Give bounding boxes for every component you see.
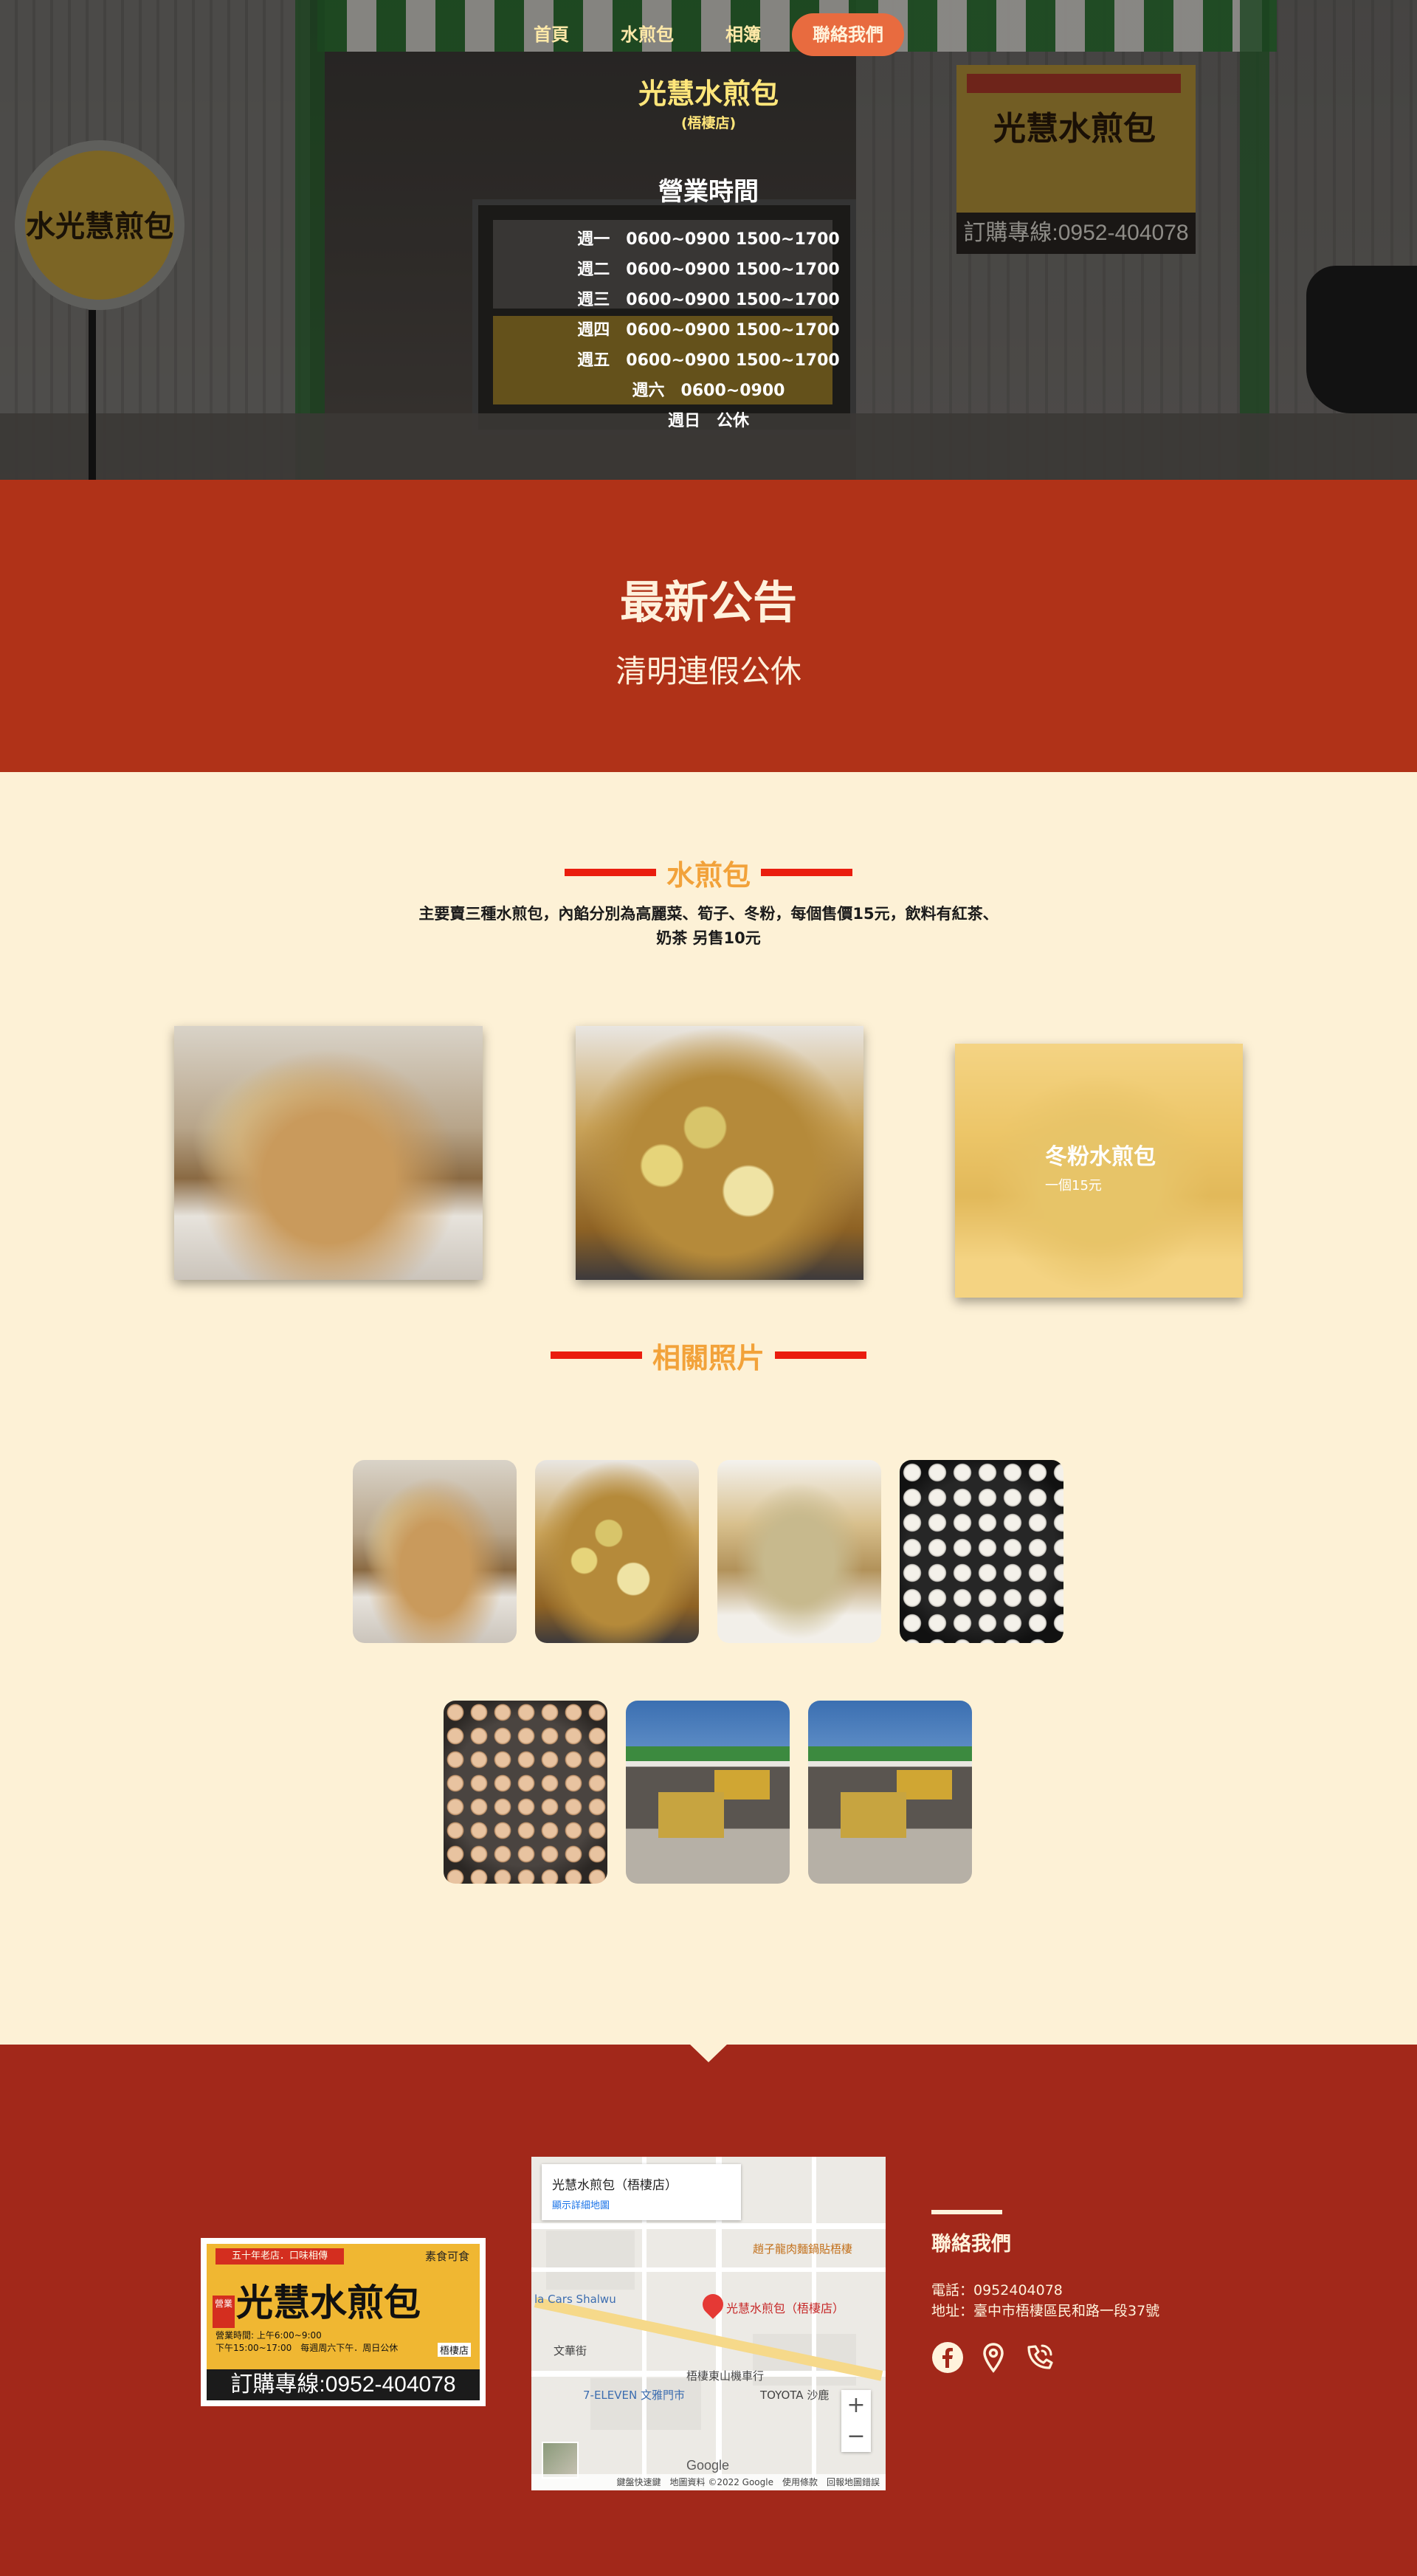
shop-sign-badge: 營業 [213,2296,235,2328]
contact-icons [931,2341,1055,2374]
announcement-section: 最新公告 清明連假公休 [0,480,1417,772]
map-info-title: 光慧水煎包（梧棲店） [552,2178,678,2193]
gallery-photo[interactable] [535,1460,699,1643]
map-info-card: 光慧水煎包（梧棲店） 顯示詳細地圖 [542,2164,741,2220]
google-map[interactable]: 光慧水煎包（梧棲店） 顯示詳細地圖 光慧水煎包（梧棲店） 趙子龍肉麵鍋貼梧棲 l… [531,2157,886,2490]
nav-album[interactable]: 相簿 [705,13,782,56]
shop-sign-hours-line: 營業時間: 上午6:00~9:00 [216,2330,322,2341]
products-description: 主要賣三種水煎包，內餡分別為高麗菜、筍子、冬粉，每個售價15元，飲料有紅茶、奶茶… [418,905,999,947]
contact-phone: 電話：0952404078 [931,2282,1063,2298]
map-zoom-controls: + − [841,2390,871,2452]
heading-bar-left [564,869,656,876]
product-photo-cabbage[interactable] [174,1026,483,1280]
hero-title: 光慧水煎包 [638,78,779,110]
footer-notch [689,2043,728,2062]
gallery-photo[interactable] [353,1460,517,1643]
shop-sign-hours: 營業時間: 上午6:00~9:00 下午15:00~17:00 每週周六下午．周… [216,2329,398,2355]
product-hover-overlay [955,1044,1243,1298]
location-icon[interactable] [977,2341,1010,2374]
heading-bar-right [761,869,852,876]
heading-bar-right [775,1351,866,1359]
hours-row: 週四 0600~0900 1500~1700 [577,321,840,340]
footer: 五十年老店．口味相傳 素食可食 營業 光慧水煎包 營業時間: 上午6:00~9:… [0,2043,1417,2576]
map-road [531,2267,886,2272]
product-featured-title: 冬粉水煎包 [1045,1144,1156,1170]
hours-row: 週五 0600~0900 1500~1700 [577,351,840,370]
gallery-store-cart [658,1792,725,1838]
nav-home[interactable]: 首頁 [513,13,590,56]
map-zoom-out-button[interactable]: − [841,2421,871,2452]
shop-sign-inner: 五十年老店．口味相傳 素食可食 營業 光慧水煎包 營業時間: 上午6:00~9:… [207,2244,480,2400]
hours-title: 營業時間 [658,177,759,207]
nav-contact[interactable]: 聯絡我們 [792,13,904,56]
gallery-store-cart [841,1792,907,1838]
contact-title: 聯絡我們 [931,2233,1011,2256]
gallery-heading: 相關照片 [0,1333,1417,1377]
hours-row: 週二 0600~0900 1500~1700 [577,261,840,279]
map-pin-label: 光慧水煎包（梧棲店） [726,2301,845,2315]
map-block [546,2231,635,2290]
hours-row: 週三 0600~0900 1500~1700 [577,291,840,309]
facebook-icon[interactable] [931,2341,964,2374]
hours-list: 週一 0600~0900 1500~1700 週二 0600~0900 1500… [0,224,1417,436]
hours-row: 週六 0600~0900 [632,382,785,400]
contact-divider [931,2210,1002,2214]
map-label: 文華街 [554,2344,587,2358]
product-featured-price: 一個15元 [1045,1178,1102,1194]
gallery-photo[interactable] [626,1701,790,1884]
announcement-title: 最新公告 [620,577,797,629]
gallery-heading-text: 相關照片 [652,1341,765,1374]
phone-call-icon[interactable] [1023,2341,1055,2374]
contact-address: 地址：臺中市梧棲區民和路一段37號 [931,2303,1160,2319]
shop-sign-banner: 五十年老店．口味相傳 [216,2248,344,2265]
shop-sign-hours-line: 下午15:00~17:00 每週周六下午．周日公休 [216,2343,399,2353]
map-label: 趙子龍肉麵鍋貼梧棲 [753,2242,853,2256]
map-road [812,2157,816,2490]
product-card-vermicelli[interactable]: 冬粉水煎包 一個15元 [955,1044,1243,1298]
main-nav: 首頁 水煎包 相簿 聯絡我們 [0,13,1417,59]
map-zoom-in-button[interactable]: + [841,2390,871,2421]
map-info-link[interactable]: 顯示詳細地圖 [552,2197,731,2211]
products-heading-text: 水煎包 [666,858,751,892]
products-heading: 水煎包 [0,850,1417,895]
hero-subtitle: (梧棲店) [680,115,737,131]
map-google-logo: Google [686,2458,730,2473]
gallery-photo[interactable] [717,1460,881,1643]
gallery-photo[interactable] [808,1701,972,1884]
hero-section: 水光慧煎包 光慧水煎包 訂購專線:0952-404078 首頁 水煎包 相簿 聯… [0,0,1417,480]
hours-row: 週一 0600~0900 1500~1700 [577,230,840,249]
shop-sign-phone: 訂購專線:0952-404078 [207,2369,480,2400]
map-pin-icon[interactable] [698,2290,728,2319]
heading-bar-left [550,1351,642,1359]
shop-sign-store: 梧棲店 [437,2343,471,2357]
shop-sign-vegetarian: 素食可食 [424,2250,469,2263]
product-photo-bamboo[interactable] [576,1026,863,1280]
gallery-photo[interactable] [900,1460,1063,1643]
map-label: la Cars Shalwu [534,2293,616,2306]
map-satellite-toggle[interactable] [542,2442,579,2479]
map-road [531,2223,886,2229]
nav-buns[interactable]: 水煎包 [600,13,694,56]
shop-sign-card: 五十年老店．口味相傳 素食可食 營業 光慧水煎包 營業時間: 上午6:00~9:… [201,2238,486,2406]
gallery-photo[interactable] [444,1701,607,1884]
map-label: TOYOTA 沙鹿 [760,2389,830,2402]
hours-row: 週日 公休 [667,412,749,430]
announcement-text: 清明連假公休 [615,653,801,689]
map-footer-links[interactable]: 鍵盤快速鍵 地圖資料 ©2022 Google 使用條款 回報地圖錯誤 [531,2474,886,2490]
map-label: 梧棲東山機車行 [686,2369,765,2383]
map-label: 7-ELEVEN 文雅門市 [583,2389,685,2402]
shop-sign-title: 光慧水煎包 [236,2281,421,2324]
